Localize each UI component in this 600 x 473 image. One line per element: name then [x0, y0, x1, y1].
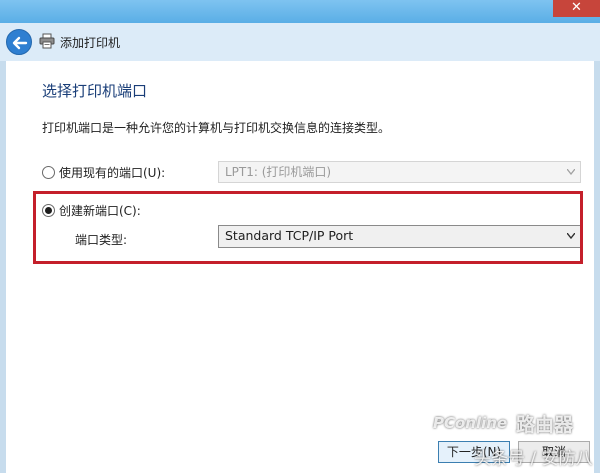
chevron-down-icon — [567, 169, 575, 175]
watermark-author: 头条号 / 安防八 — [474, 449, 593, 469]
existing-port-value: LPT1: (打印机端口) — [225, 165, 332, 179]
printer-icon — [39, 33, 55, 49]
window-titlebar — [0, 0, 600, 23]
wizard-title: 添加打印机 — [60, 36, 121, 50]
close-button[interactable]: ✕ — [553, 0, 600, 17]
watermark-logo: PConline — [433, 414, 508, 432]
page-description: 打印机端口是一种允许您的计算机与打印机交换信息的连接类型。 — [42, 121, 391, 135]
existing-port-dropdown: LPT1: (打印机端口) — [218, 161, 581, 183]
window-frame-right — [594, 61, 600, 473]
watermark-site: 路由器 — [516, 414, 574, 436]
back-button[interactable] — [6, 29, 32, 55]
page-title: 选择打印机端口 — [42, 82, 148, 100]
use-existing-port-label[interactable]: 使用现有的端口(U): — [59, 164, 165, 181]
use-existing-port-radio[interactable] — [42, 166, 55, 179]
back-arrow-icon — [12, 36, 28, 50]
highlight-annotation-box — [33, 191, 583, 264]
